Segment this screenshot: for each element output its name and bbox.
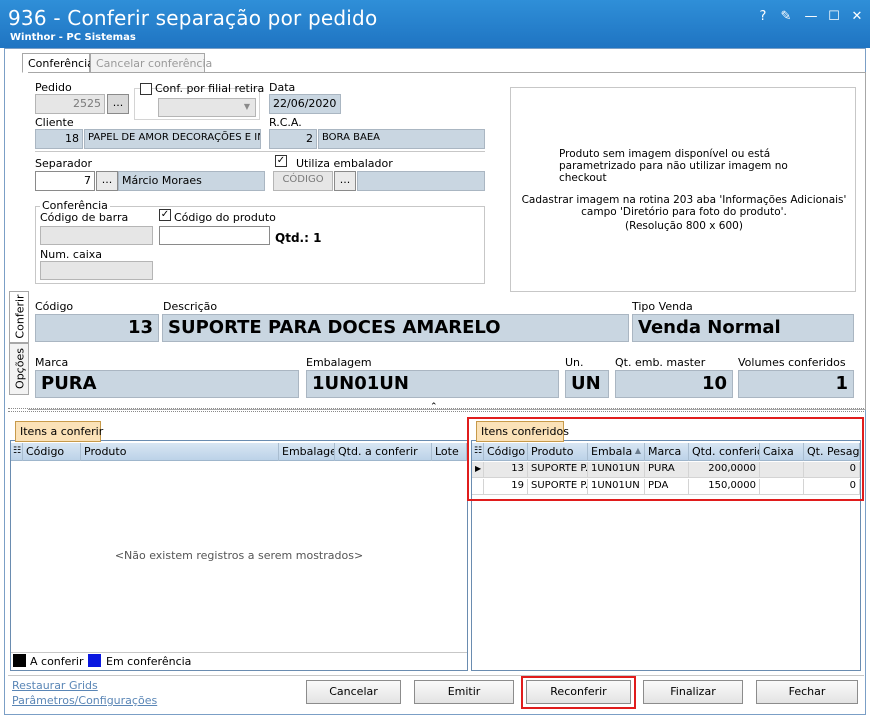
legend-swatch-a-conferir	[13, 654, 26, 667]
finalizar-button[interactable]: Finalizar	[643, 680, 743, 704]
left-col-lote[interactable]: Lote	[432, 443, 467, 461]
marca-value: PURA	[35, 370, 299, 398]
rca-name-field: BORA BAEA	[318, 129, 485, 149]
filial-select[interactable]: ▼	[158, 98, 256, 117]
legend-em-conferencia: Em conferência	[106, 655, 192, 668]
fechar-button[interactable]: Fechar	[756, 680, 858, 704]
codigo-produto-label: Código do produto	[174, 211, 276, 224]
help-icon[interactable]: ?	[754, 8, 772, 26]
descricao-value: SUPORTE PARA DOCES AMARELO	[162, 314, 629, 342]
cliente-code-field: 18	[35, 129, 83, 149]
conf-filial-checkbox[interactable]	[140, 83, 152, 95]
cliente-name-field: PAPEL DE AMOR DECORAÇÕES E IN	[84, 129, 261, 149]
emitir-button[interactable]: Emitir	[414, 680, 514, 704]
left-col-embalagem[interactable]: Embalagem	[279, 443, 335, 461]
utiliza-embalador-checkbox[interactable]: ✓	[275, 155, 287, 167]
no-image-text: Produto sem imagem disponível ou está pa…	[559, 148, 788, 184]
un-value: UN	[565, 370, 609, 398]
image-resolution: (Resolução 800 x 600)	[625, 220, 743, 232]
volumes-value: 1	[738, 370, 854, 398]
restaurar-grids-link[interactable]: Restaurar Grids	[12, 679, 98, 692]
tipo-venda-label: Tipo Venda	[632, 300, 693, 313]
pedido-search-button[interactable]: ...	[107, 94, 129, 114]
codigo-value: 13	[35, 314, 159, 342]
num-caixa-input[interactable]	[40, 261, 153, 280]
empty-grid-message: <Não existem registros a serem mostrados…	[114, 549, 364, 562]
data-label: Data	[269, 81, 296, 94]
descricao-label: Descrição	[163, 300, 218, 313]
codigo-barra-input[interactable]	[40, 226, 153, 245]
divider	[35, 151, 485, 152]
embalagem-label: Embalagem	[306, 356, 372, 369]
legend-divider	[11, 652, 467, 653]
left-grid-header: ☷ Código Produto Embalagem Qtd. a confer…	[11, 443, 467, 461]
tipo-venda-value: Venda Normal	[632, 314, 854, 342]
qt-emb-master-value: 10	[615, 370, 733, 398]
parametros-link[interactable]: Parâmetros/Configurações	[12, 694, 157, 707]
window-title: 936 - Conferir separação por pedido	[8, 6, 378, 30]
footer-divider	[8, 675, 864, 676]
qt-emb-master-label: Qt. emb. master	[615, 356, 706, 369]
separador-label: Separador	[35, 157, 92, 170]
embalador-search-button[interactable]: ...	[334, 171, 356, 191]
embalagem-value: 1UN01UN	[306, 370, 559, 398]
marca-label: Marca	[35, 356, 69, 369]
image-instructions: Cadastrar imagem na rotina 203 aba 'Info…	[521, 194, 847, 218]
close-icon[interactable]: ✕	[848, 8, 866, 26]
product-image-box: Produto sem imagem disponível ou está pa…	[510, 87, 856, 292]
highlight-itens-conferidos	[467, 417, 864, 501]
tab-conferencia[interactable]: Conferência	[22, 53, 94, 73]
volumes-label: Volumes conferidos	[738, 356, 846, 369]
codigo-barra-label: Código de barra	[40, 211, 129, 224]
side-tab-opcoes-label: Opções	[13, 348, 27, 389]
separador-name-field: Márcio Moraes	[118, 171, 265, 191]
data-field: 22/06/2020	[269, 94, 341, 114]
separador-code-field[interactable]: 7	[35, 171, 95, 191]
tab-cancelar-conferencia[interactable]: Cancelar conferência	[90, 53, 212, 73]
codigo-produto-checkbox[interactable]: ✓	[159, 209, 171, 221]
edit-icon[interactable]: ✎	[777, 8, 795, 26]
codigo-produto-input[interactable]	[159, 226, 270, 245]
legend-a-conferir: A conferir	[30, 655, 84, 668]
side-tab-conferir-label: Conferir	[13, 294, 27, 339]
pedido-field[interactable]: 2525	[35, 94, 105, 114]
embalador-code-field[interactable]: CÓDIGO	[273, 171, 333, 191]
left-col-qtd[interactable]: Qtd. a conferir	[335, 443, 432, 461]
embalador-name-field	[357, 171, 485, 191]
num-caixa-label: Num. caixa	[40, 248, 103, 261]
left-col-produto[interactable]: Produto	[81, 443, 279, 461]
legend-swatch-em-conferencia	[88, 654, 101, 667]
separador-search-button[interactable]: ...	[96, 171, 118, 191]
chevron-down-icon: ▼	[243, 102, 250, 111]
minimize-icon[interactable]: —	[802, 8, 820, 26]
title-bar: 936 - Conferir separação por pedido Wint…	[0, 0, 870, 48]
window-subtitle: Winthor - PC Sistemas	[10, 32, 136, 43]
rca-code-field: 2	[269, 129, 317, 149]
side-tab-conferir[interactable]: Conferir	[9, 291, 29, 343]
highlight-reconferir	[521, 676, 636, 709]
column-chooser-icon[interactable]: ☷	[11, 443, 23, 461]
pedido-label: Pedido	[35, 81, 72, 94]
left-col-codigo[interactable]: Código	[23, 443, 81, 461]
cliente-label: Cliente	[35, 116, 74, 129]
un-label: Un.	[565, 356, 584, 369]
codigo-label: Código	[35, 300, 74, 313]
tab-itens-a-conferir[interactable]: Itens a conferir	[15, 421, 103, 442]
conf-filial-label: Conf. por filial retira	[155, 82, 265, 95]
rca-label: R.C.A.	[269, 116, 302, 129]
chevron-up-icon[interactable]: ⌃	[430, 402, 438, 412]
qtd-label: Qtd.: 1	[275, 231, 322, 245]
utiliza-embalador-label: Utiliza embalador	[296, 157, 393, 170]
cancelar-button[interactable]: Cancelar	[306, 680, 401, 704]
side-tab-opcoes[interactable]: Opções	[9, 343, 29, 395]
maximize-icon[interactable]: ☐	[825, 8, 843, 26]
